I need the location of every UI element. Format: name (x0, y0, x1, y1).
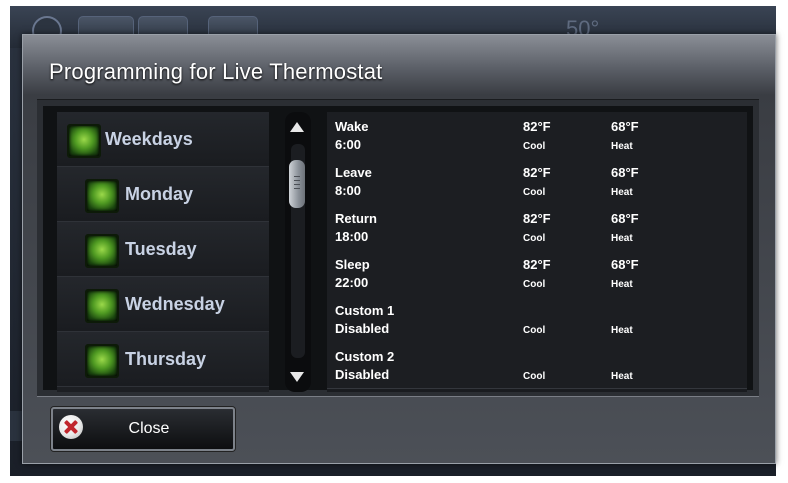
day-item-weekdays[interactable]: Weekdays (57, 112, 269, 167)
scroll-up-arrow-icon[interactable] (290, 122, 304, 132)
checkbox-icon[interactable] (85, 344, 119, 378)
heat-label: Heat (611, 141, 633, 152)
heat-label: Heat (611, 187, 633, 198)
grip-line (294, 176, 300, 177)
day-item-monday[interactable]: Monday (57, 167, 269, 222)
grip-line (294, 180, 300, 181)
period-name: Wake (335, 119, 369, 134)
dialog-title: Programming for Live Thermostat (49, 59, 383, 84)
cool-label: Cool (523, 325, 546, 336)
day-list-scrollbar[interactable] (285, 112, 311, 392)
cool-setpoint: 82°F (523, 119, 551, 134)
day-label: Weekdays (105, 129, 193, 149)
schedule-row-custom-1[interactable]: Custom 1 Disabled Cool Heat (327, 296, 747, 343)
period-name: Sleep (335, 257, 370, 272)
heat-label: Heat (611, 371, 633, 382)
grip-line (294, 188, 300, 189)
cool-label: Cool (523, 371, 546, 382)
period-name: Return (335, 211, 377, 226)
cool-label: Cool (523, 233, 546, 244)
heat-setpoint: 68°F (611, 211, 639, 226)
day-list: Weekdays Monday Tuesday Wednesday Thursd… (57, 112, 269, 392)
schedule-row-wake[interactable]: Wake 6:00 82°F Cool 68°F Heat (327, 112, 747, 159)
cool-label: Cool (523, 187, 546, 198)
schedule-row-sleep[interactable]: Sleep 22:00 82°F Cool 68°F Heat (327, 250, 747, 297)
day-label: Thursday (125, 349, 207, 369)
day-item-wednesday[interactable]: Wednesday (57, 277, 269, 332)
day-label: Monday (125, 184, 194, 204)
heat-setpoint: 68°F (611, 257, 639, 272)
grip-line (294, 184, 300, 185)
heat-label: Heat (611, 279, 633, 290)
close-button[interactable]: Close (51, 407, 235, 451)
schedule-row-custom-2[interactable]: Custom 2 Disabled Cool Heat (327, 342, 747, 389)
period-time: 6:00 (335, 137, 362, 152)
cool-label: Cool (523, 141, 546, 152)
heat-label: Heat (611, 233, 633, 244)
period-time: 22:00 (335, 275, 369, 290)
heat-setpoint: 68°F (611, 119, 639, 134)
close-button-label: Close (128, 420, 170, 437)
checkbox-icon[interactable] (85, 179, 119, 213)
content-frame: Weekdays Monday Tuesday Wednesday Thursd… (37, 99, 759, 397)
heat-label: Heat (611, 325, 633, 336)
period-time: 18:00 (335, 229, 369, 244)
heat-setpoint: 68°F (611, 165, 639, 180)
schedule-table: Wake 6:00 82°F Cool 68°F Heat Leave 8:00… (327, 112, 747, 392)
period-time: 8:00 (335, 183, 362, 198)
day-label: Wednesday (125, 294, 225, 314)
period-name: Custom 2 (335, 349, 395, 364)
checkbox-icon[interactable] (67, 124, 101, 158)
content-area: Weekdays Monday Tuesday Wednesday Thursd… (43, 106, 753, 392)
day-item-thursday[interactable]: Thursday (57, 332, 269, 387)
day-label: Tuesday (125, 239, 197, 259)
programming-dialog: Programming for Live Thermostat Weekdays… (22, 34, 776, 464)
cool-label: Cool (523, 279, 546, 290)
cool-setpoint: 82°F (523, 211, 551, 226)
period-name: Custom 1 (335, 303, 395, 318)
period-time: Disabled (335, 367, 390, 382)
day-item-tuesday[interactable]: Tuesday (57, 222, 269, 277)
scroll-down-arrow-icon[interactable] (290, 372, 304, 382)
period-name: Leave (335, 165, 372, 180)
period-time: Disabled (335, 321, 390, 336)
scroll-thumb[interactable] (289, 160, 305, 208)
cool-setpoint: 82°F (523, 165, 551, 180)
schedule-row-leave[interactable]: Leave 8:00 82°F Cool 68°F Heat (327, 158, 747, 205)
checkbox-icon[interactable] (85, 289, 119, 323)
schedule-row-return[interactable]: Return 18:00 82°F Cool 68°F Heat (327, 204, 747, 251)
checkbox-icon[interactable] (85, 234, 119, 268)
cool-setpoint: 82°F (523, 257, 551, 272)
